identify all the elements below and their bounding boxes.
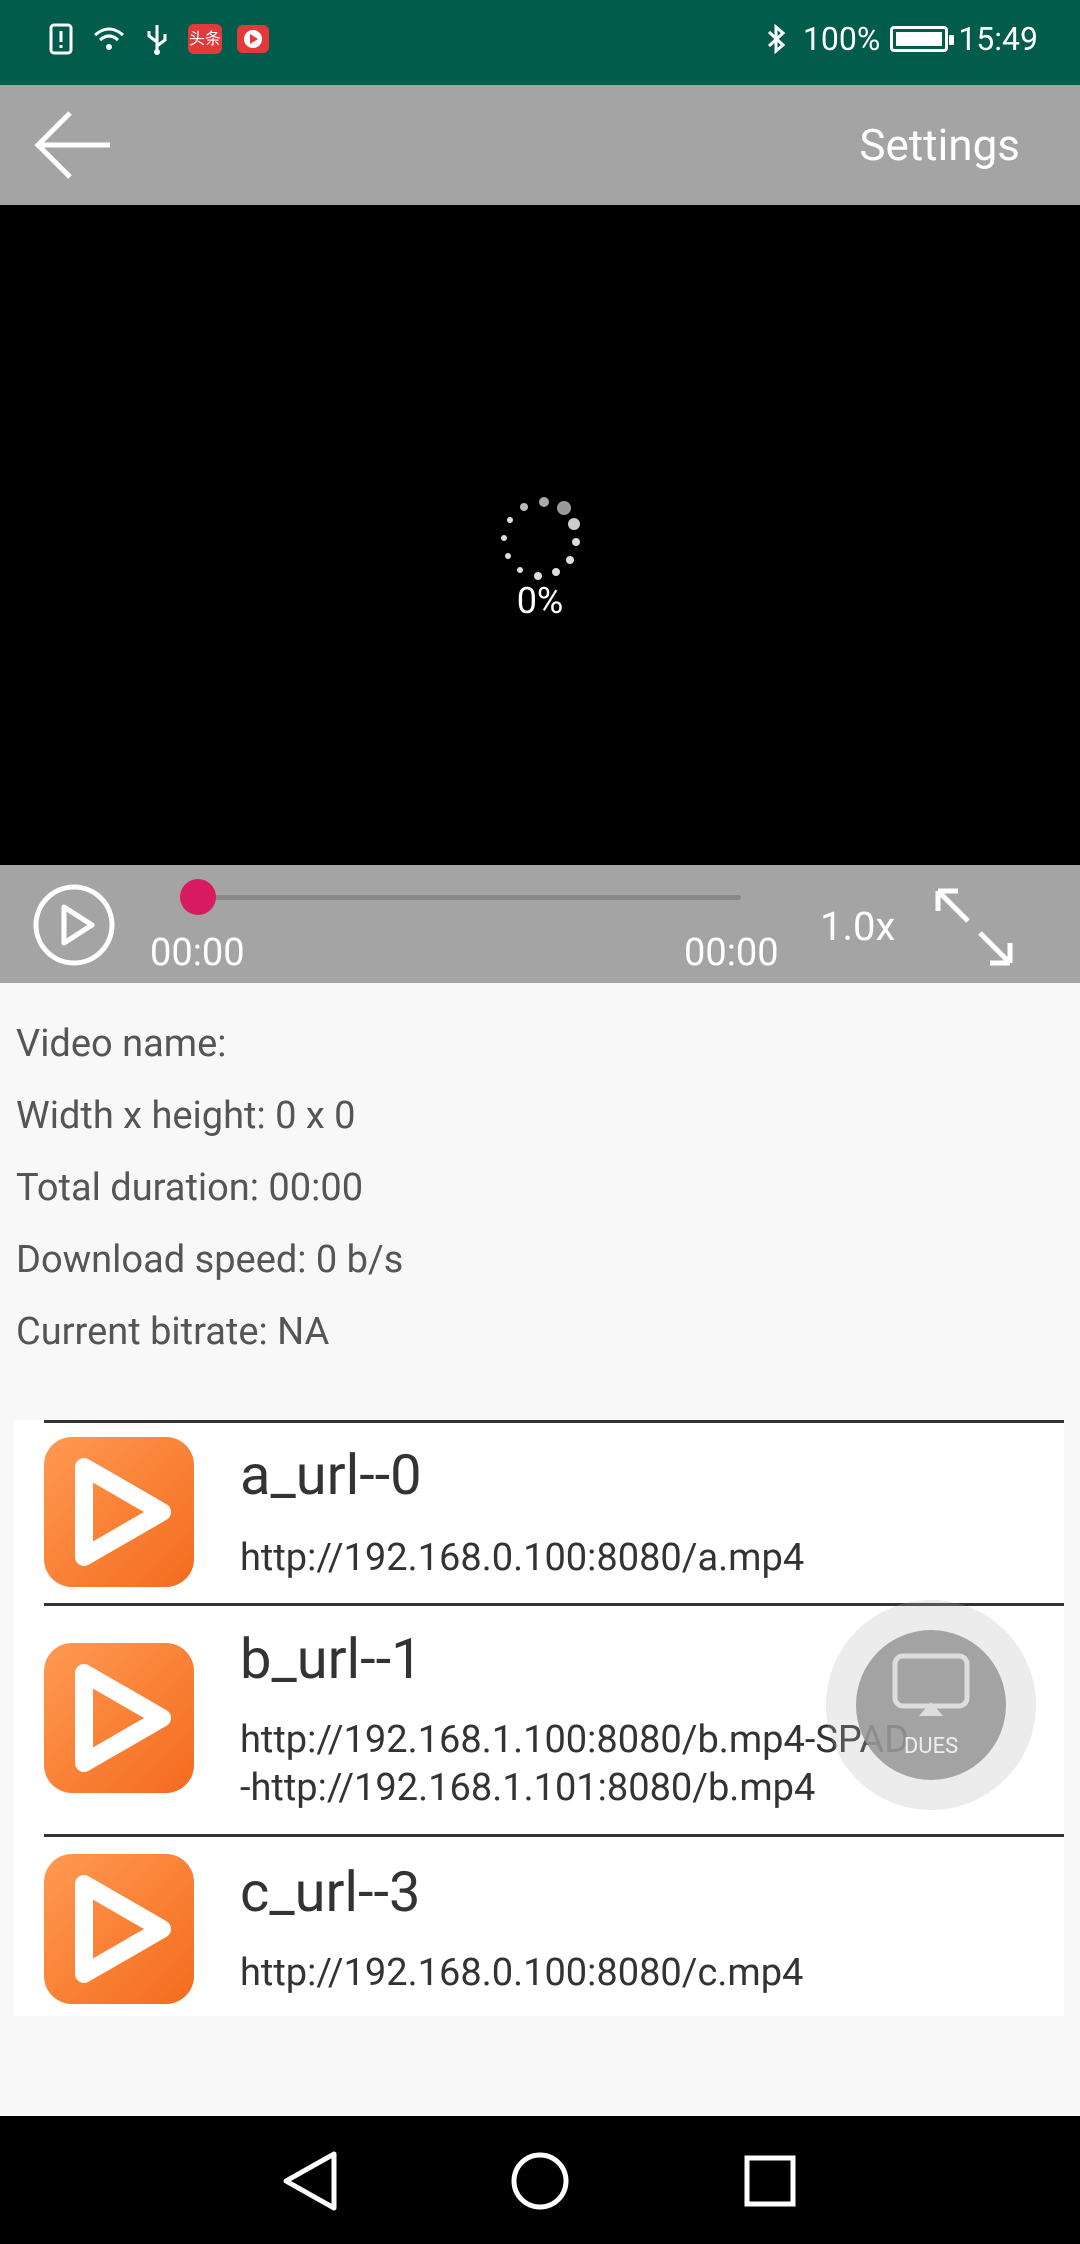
cast-button[interactable]: DUES xyxy=(856,1630,1006,1780)
play-app-icon xyxy=(44,1643,194,1793)
nav-back-icon[interactable] xyxy=(274,2146,344,2216)
item-url: http://192.168.0.100:8080/a.mp4 xyxy=(240,1536,805,1580)
video-name-label: Video name: xyxy=(16,1022,227,1066)
current-time: 00:00 xyxy=(150,931,245,975)
nav-home-icon[interactable] xyxy=(505,2146,575,2216)
sim-alert-icon xyxy=(49,23,73,55)
dimensions-label: Width x height: 0 x 0 xyxy=(16,1094,356,1138)
news-app-icon: 头条 xyxy=(188,24,222,54)
status-icons-right: 100% 15:49 xyxy=(759,20,1038,58)
item-title: b_url--1 xyxy=(240,1626,423,1692)
item-title: c_url--3 xyxy=(240,1859,421,1925)
toolbar: Settings xyxy=(0,85,1080,205)
list-item[interactable]: a_url--0 http://192.168.0.100:8080/a.mp4 xyxy=(14,1420,1064,1603)
status-icons-left: 头条 xyxy=(44,22,270,56)
seek-bar[interactable] xyxy=(185,895,741,900)
loading-progress: 0% xyxy=(516,580,564,622)
status-bar: 头条 100% 15:49 xyxy=(0,0,1080,85)
wifi-icon xyxy=(94,27,124,50)
duration-label: Total duration: 00:00 xyxy=(16,1166,364,1210)
navigation-bar xyxy=(0,2116,1080,2244)
usb-icon xyxy=(147,25,167,55)
battery-icon xyxy=(890,26,955,52)
download-speed-label: Download speed: 0 b/s xyxy=(16,1238,404,1282)
play-app-icon xyxy=(44,1854,194,2004)
cast-label: DUES xyxy=(903,1734,959,1759)
item-url: http://192.168.1.100:8080/b.mp4-SPAD -ht… xyxy=(240,1718,910,1810)
fullscreen-icon[interactable] xyxy=(932,885,1016,969)
nav-recents-icon[interactable] xyxy=(735,2146,805,2216)
item-url: http://192.168.0.100:8080/c.mp4 xyxy=(240,1951,804,1995)
video-info: Video name: Width x height: 0 x 0 Total … xyxy=(16,1022,403,1382)
clock: 15:49 xyxy=(958,20,1038,58)
video-surface[interactable]: 0% xyxy=(0,205,1080,865)
total-time: 00:00 xyxy=(684,931,779,975)
speed-button[interactable]: 1.0x xyxy=(820,903,895,950)
loading-spinner-icon xyxy=(501,497,580,580)
battery-percent: 100% xyxy=(802,20,881,58)
playback-controls: 00:00 00:00 1.0x xyxy=(0,865,1080,983)
item-title: a_url--0 xyxy=(240,1442,422,1508)
play-app-icon xyxy=(44,1437,194,1587)
back-arrow-icon[interactable] xyxy=(34,109,114,181)
bluetooth-icon xyxy=(767,23,786,55)
play-icon[interactable] xyxy=(32,883,116,967)
seek-thumb[interactable] xyxy=(180,879,216,915)
list-item[interactable]: c_url--3 http://192.168.0.100:8080/c.mp4 xyxy=(14,1837,1064,2016)
settings-button[interactable]: Settings xyxy=(859,119,1020,171)
video-app-icon xyxy=(237,25,269,53)
bitrate-label: Current bitrate: NA xyxy=(16,1310,330,1354)
cast-screen-icon xyxy=(892,1653,970,1716)
